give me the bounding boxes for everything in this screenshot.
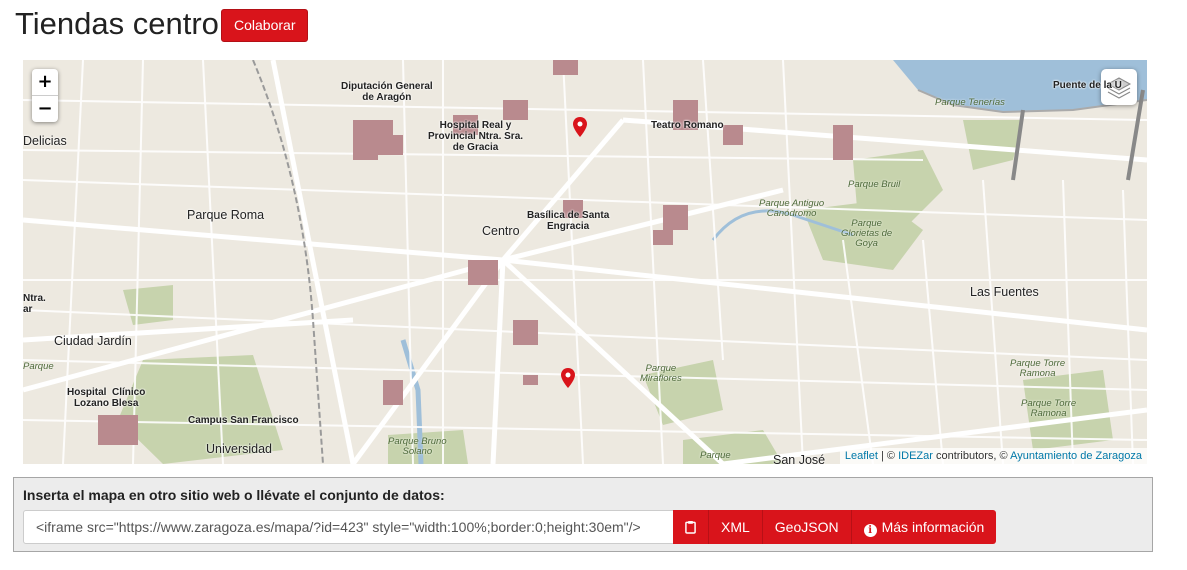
map-attribution: Leaflet | © IDEZar contributors, © Ayunt…: [839, 448, 1147, 464]
attribution-contributors: contributors, ©: [932, 450, 1011, 462]
map-marker-icon[interactable]: [573, 117, 587, 137]
label-ntra: Ntra. ar: [23, 293, 46, 315]
label-parque-left: Parque: [23, 361, 54, 372]
label-diputacion: Diputación General de Aragón: [341, 81, 433, 103]
label-parque-torre-ramona-1: Parque Torre Ramona: [1010, 358, 1066, 379]
label-hospital-clinico: Hospital Clínico Lozano Blesa: [67, 387, 146, 409]
more-info-label: Más información: [881, 519, 985, 535]
label-parque-miraflores: Parque Miraflores: [640, 363, 682, 384]
label-centro: Centro: [482, 224, 520, 238]
map-marker-icon[interactable]: [561, 368, 575, 388]
embed-panel: Inserta el mapa en otro sitio web o llév…: [13, 477, 1153, 552]
label-parque-roma: Parque Roma: [187, 208, 265, 222]
dataset-button-group: XML GeoJSON i Más información: [673, 510, 997, 544]
embed-title: Inserta el mapa en otro sitio web o llév…: [23, 487, 445, 503]
label-parque-glorietas: Parque Glorietas de Goya: [841, 218, 893, 249]
copy-button[interactable]: [673, 510, 709, 544]
zoom-out-button[interactable]: −: [32, 95, 58, 122]
label-campus: Campus San Francisco: [188, 415, 299, 426]
zoom-in-button[interactable]: +: [32, 69, 58, 95]
collaborate-button[interactable]: Colaborar: [221, 9, 309, 42]
label-puente: Puente de la U: [1053, 80, 1122, 91]
label-delicias: Delicias: [23, 134, 67, 148]
label-san-jose: San José: [773, 453, 826, 464]
more-info-button[interactable]: i Más información: [851, 510, 997, 544]
idezar-link[interactable]: IDEZar: [898, 450, 933, 462]
xml-button[interactable]: XML: [709, 510, 763, 544]
label-ciudad-jardin: Ciudad Jardín: [54, 334, 132, 348]
label-parque-bruil: Parque Bruil: [848, 179, 901, 190]
info-circle-icon: i: [863, 524, 877, 537]
label-hospital-real: Hospital Real y Provincial Ntra. Sra. de…: [428, 120, 524, 153]
label-parque-torre-ramona-2: Parque Torre Ramona: [1021, 398, 1077, 419]
map-view[interactable]: + − Delicias Diputación General de Aragó…: [23, 60, 1147, 464]
zoom-control: + −: [32, 69, 58, 122]
ayuntamiento-link[interactable]: Ayuntamiento de Zaragoza: [1010, 450, 1142, 462]
page-title: Tiendas centro: [15, 6, 219, 41]
label-parque-bottom: Parque: [700, 450, 731, 461]
label-parque-tenerias: Parque Tenerías: [935, 97, 1005, 108]
leaflet-link[interactable]: Leaflet: [845, 450, 878, 462]
label-teatro-romano: Teatro Romano: [651, 120, 724, 131]
clipboard-icon: [685, 521, 696, 534]
attribution-separator: | ©: [877, 450, 899, 462]
label-parque-bruno-solano: Parque Bruno Solano: [388, 436, 447, 457]
geojson-button[interactable]: GeoJSON: [762, 510, 852, 544]
label-universidad: Universidad: [206, 442, 273, 456]
label-parque-antiguo: Parque Antiguo Canódromo: [759, 198, 825, 219]
label-basilica: Basílica de Santa Engracia: [527, 210, 610, 232]
embed-code-input[interactable]: [23, 510, 674, 544]
label-las-fuentes: Las Fuentes: [970, 285, 1039, 299]
